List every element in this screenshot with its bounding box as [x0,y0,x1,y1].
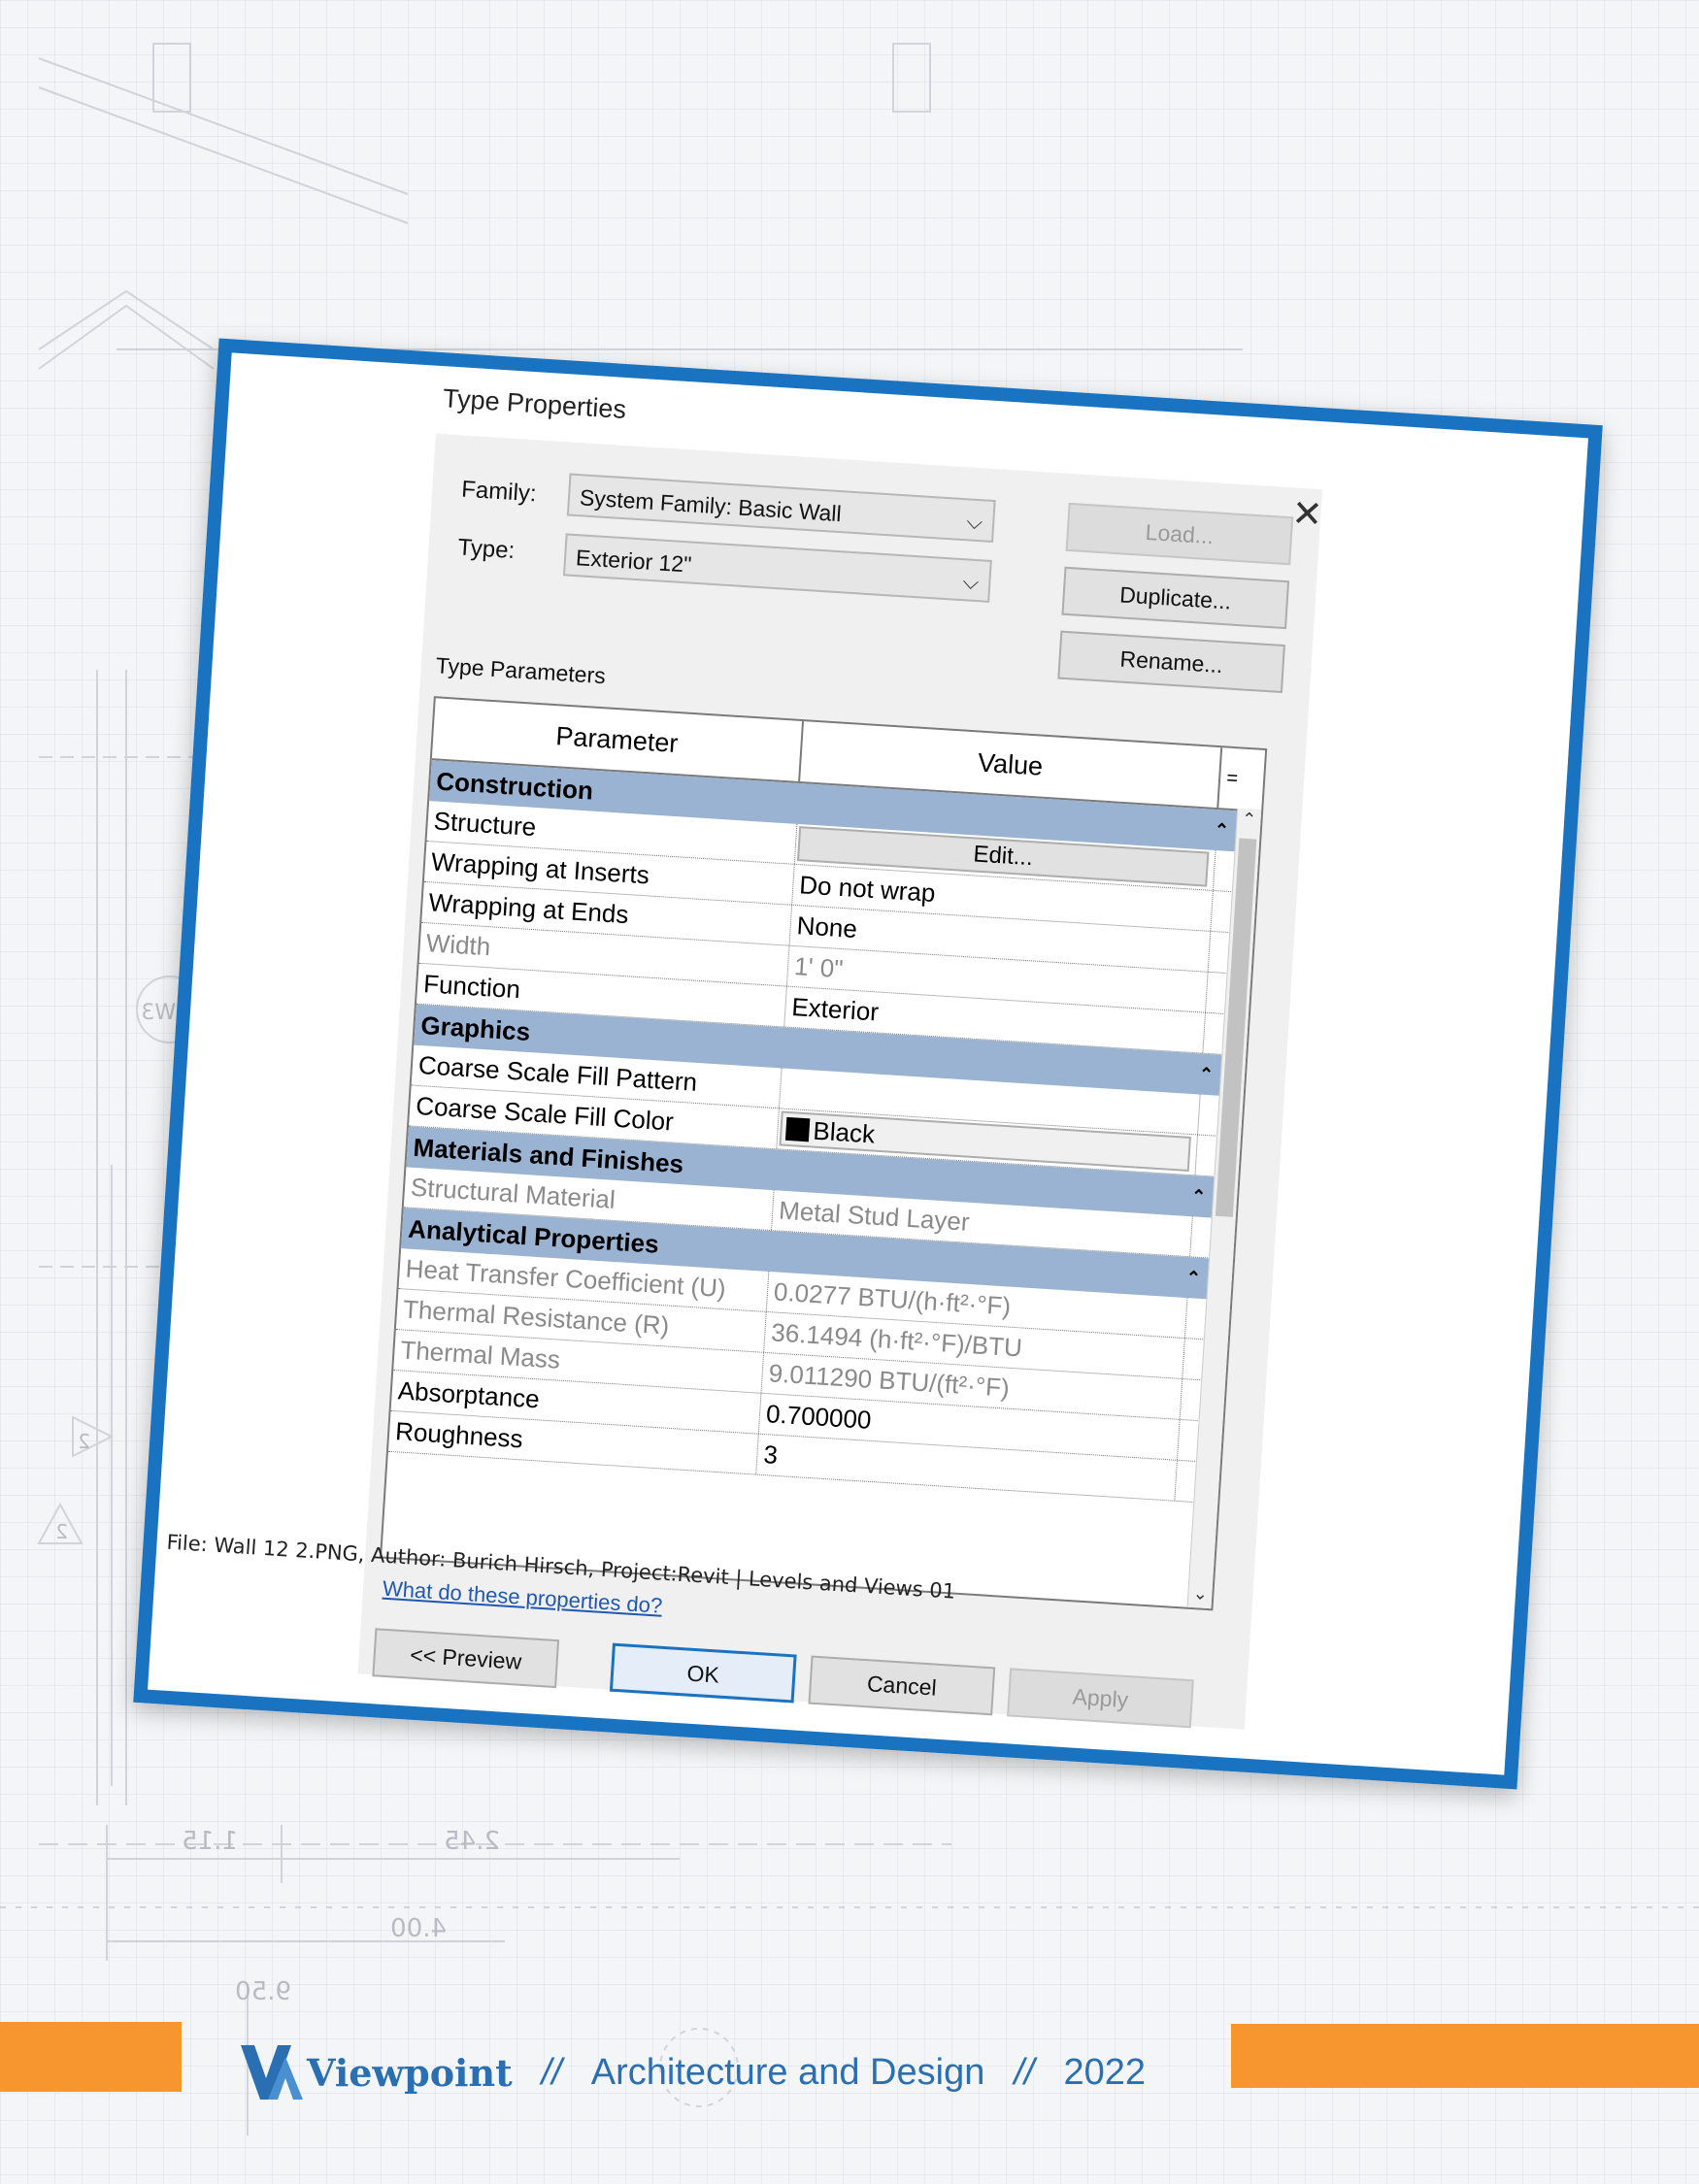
type-dropdown[interactable]: Exterior 12" ⌵ [562,533,992,603]
blueprint-num-1: 2 [78,1430,90,1453]
footer-year: 2022 [1063,2051,1147,2093]
scroll-up-icon[interactable]: ⌃ [1237,809,1261,830]
type-properties-dialog: ✕ Family: System Family: Basic Wall ⌵ Ty… [357,433,1324,1730]
duplicate-button[interactable]: Duplicate... [1061,566,1290,630]
fill-color-value: Black [812,1115,876,1149]
load-button[interactable]: Load... [1065,502,1294,566]
type-value: Exterior 12" [575,545,693,578]
chevron-down-icon: ⌵ [961,569,981,595]
family-label: Family: [460,476,538,508]
chevron-down-icon: ⌵ [965,509,984,535]
blueprint-dim-1: 1.15 [182,1827,238,1856]
blueprint-dim-3: 4.00 [390,1914,447,1943]
type-parameters-label: Type Parameters [435,652,607,689]
viewpoint-logo-icon [241,2045,303,2100]
apply-button[interactable]: Apply [1007,1668,1194,1729]
ok-button[interactable]: OK [609,1642,797,1704]
column-header-formula[interactable]: = [1218,747,1246,809]
footer-section: Architecture and Design [590,2051,985,2093]
group-label: Graphics [419,1010,532,1047]
collapse-icon[interactable]: ⌃ [1198,1053,1216,1095]
help-link[interactable]: What do these properties do? [382,1576,663,1619]
scroll-down-icon[interactable]: ⌄ [1188,1583,1213,1605]
collapse-icon[interactable]: ⌃ [1190,1175,1208,1217]
rename-button[interactable]: Rename... [1057,630,1285,694]
footer-accent-left [0,2022,182,2092]
type-label: Type: [456,534,516,565]
close-icon[interactable]: ✕ [1290,493,1323,536]
collapse-icon[interactable]: ⌃ [1184,1257,1202,1299]
cancel-button[interactable]: Cancel [808,1655,996,1716]
preview-button[interactable]: << Preview [372,1628,560,1689]
footer-separator: // [1014,2051,1035,2093]
footer-accent-right [1231,2024,1699,2088]
family-dropdown[interactable]: System Family: Basic Wall ⌵ [566,473,996,544]
blueprint-dim-4: 9.50 [235,1977,291,2006]
family-value: System Family: Basic Wall [579,484,843,527]
dialog-title: Type Properties [442,383,627,425]
parameters-table: Parameter Value = Construction ⌃ Structu… [380,696,1268,1611]
screenshot-frame: Type Properties ✕ Family: System Family:… [133,338,1603,1790]
brand-name: Viewpoint [307,2050,513,2095]
collapse-icon[interactable]: ⌃ [1213,810,1230,851]
page-footer: Viewpoint // Architecture and Design // … [239,2029,1175,2116]
blueprint-dim-2: 2.45 [444,1827,500,1856]
group-label: Construction [435,766,594,806]
blueprint-num-2: 2 [55,1520,68,1543]
color-swatch-icon [784,1116,811,1142]
footer-separator: // [541,2051,562,2093]
